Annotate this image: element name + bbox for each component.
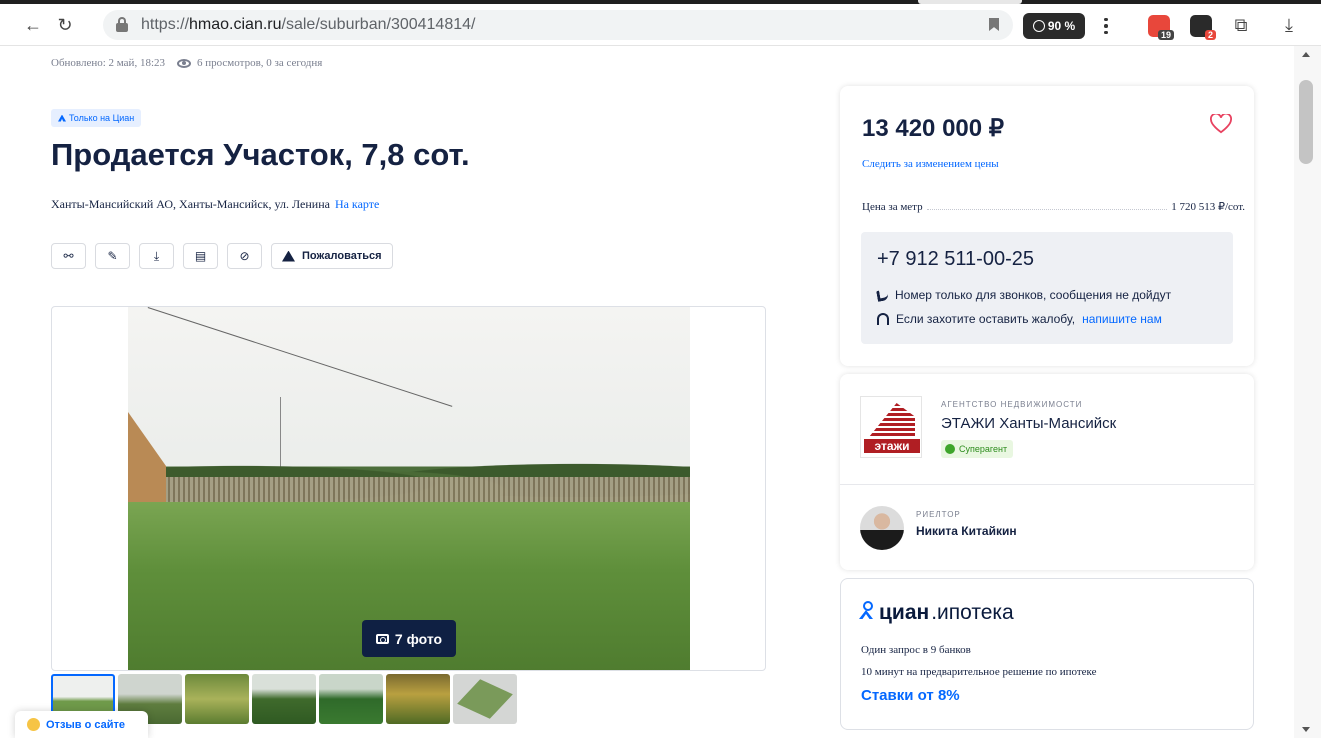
zoom-icon bbox=[1032, 20, 1045, 32]
calls-only-note: Номер только для звонков, сообщения не д… bbox=[876, 288, 1171, 302]
print-icon: ▤ bbox=[194, 249, 207, 263]
scroll-thumb[interactable] bbox=[1299, 80, 1313, 164]
extension-icon-2[interactable]: 2 bbox=[1190, 15, 1216, 40]
mortgage-line-1: Один запрос в 9 банков bbox=[861, 644, 971, 656]
photo-count-button[interactable]: 7 фото bbox=[362, 620, 456, 657]
star-icon bbox=[945, 444, 955, 454]
views-text: 6 просмотров, 0 за сегодня bbox=[197, 57, 323, 69]
edit-note-button[interactable]: ✎ bbox=[95, 243, 130, 269]
exclusive-badge: Только на Циан bbox=[51, 109, 142, 127]
avatar[interactable] bbox=[860, 506, 904, 550]
zoom-indicator[interactable]: 90 % bbox=[1023, 13, 1085, 39]
agency-logo[interactable]: этажи bbox=[860, 396, 922, 458]
download-icon: ⤓ bbox=[153, 248, 160, 263]
cian-arrow-icon bbox=[58, 114, 66, 122]
cian-mortgage-logo: циан .ипотека bbox=[859, 601, 1014, 625]
thumbnail[interactable] bbox=[386, 674, 450, 724]
action-bar: ⚯ ✎ ⤓ ▤ ⊘ Пожаловаться bbox=[51, 243, 393, 269]
scrollbar[interactable] bbox=[1294, 46, 1321, 738]
share-button[interactable]: ⚯ bbox=[51, 243, 86, 269]
extension-icon-1[interactable]: 19 bbox=[1148, 15, 1174, 40]
phone-box: +7 912 511-00-25 Номер только для звонко… bbox=[861, 232, 1233, 344]
listing-meta: Обновлено: 2 май, 18:23 6 просмотров, 0 … bbox=[51, 57, 322, 69]
updated-text: Обновлено: 2 май, 18:23 bbox=[51, 57, 166, 69]
menu-icon[interactable] bbox=[1096, 14, 1116, 38]
share-icon: ⚯ bbox=[63, 249, 74, 263]
reload-icon[interactable]: ↻ bbox=[54, 14, 76, 36]
price-card: 13 420 000 ₽ Следить за изменением цены … bbox=[840, 86, 1254, 366]
page-title: Продается Участок, 7,8 сот. bbox=[51, 137, 470, 172]
thumbnail[interactable] bbox=[319, 674, 383, 724]
hide-icon: ⊘ bbox=[239, 249, 250, 263]
mortgage-card[interactable]: циан .ипотека Один запрос в 9 банков 10 м… bbox=[840, 578, 1254, 730]
url-text[interactable]: https://hmao.cian.ru/sale/suburban/30041… bbox=[141, 16, 475, 34]
smile-icon bbox=[27, 718, 40, 731]
price: 13 420 000 ₽ bbox=[862, 115, 1005, 142]
write-us-link[interactable]: напишите нам bbox=[1082, 312, 1162, 326]
complain-button[interactable]: Пожаловаться bbox=[271, 243, 393, 269]
eye-icon bbox=[177, 58, 192, 68]
phone-number[interactable]: +7 912 511-00-25 bbox=[877, 248, 1034, 271]
browser-toolbar: ← ↻ https://hmao.cian.ru/sale/suburban/3… bbox=[0, 4, 1321, 46]
favorite-heart-icon[interactable] bbox=[1210, 114, 1232, 134]
map-link[interactable]: На карте bbox=[335, 197, 379, 211]
complaint-note: Если захотите оставить жалобу, напишите н… bbox=[877, 312, 1162, 326]
phone-icon bbox=[876, 288, 889, 302]
bookmark-icon[interactable] bbox=[989, 18, 999, 31]
download-button[interactable]: ⤓ bbox=[139, 243, 174, 269]
scroll-up-icon[interactable] bbox=[1302, 52, 1310, 57]
photo-gallery[interactable]: 7 фото bbox=[51, 306, 766, 671]
scroll-down-icon[interactable] bbox=[1302, 727, 1310, 732]
puzzle-icon[interactable]: ⧉ bbox=[1230, 14, 1252, 36]
address: Ханты-Мансийский АО, Ханты-Мансийск, ул.… bbox=[51, 197, 380, 211]
headset-icon bbox=[877, 313, 889, 325]
agency-card: этажи АГЕНТСТВО НЕДВИЖИМОСТИ ЭТАЖИ Ханты… bbox=[840, 374, 1254, 570]
download-icon[interactable]: ⤓ bbox=[1278, 14, 1300, 36]
realtor-label: РИЕЛТОР bbox=[916, 510, 961, 519]
warning-icon bbox=[282, 250, 295, 262]
price-per-unit: Цена за метр 1 720 513 ₽/сот. bbox=[862, 201, 1245, 213]
address-bar[interactable]: https://hmao.cian.ru/sale/suburban/30041… bbox=[103, 10, 1013, 40]
hide-button[interactable]: ⊘ bbox=[227, 243, 262, 269]
camera-icon bbox=[375, 633, 389, 644]
print-button[interactable]: ▤ bbox=[183, 243, 218, 269]
follow-price-link[interactable]: Следить за изменением цены bbox=[862, 158, 999, 170]
rates-link[interactable]: Ставки от 8% bbox=[861, 687, 960, 704]
agency-label: АГЕНТСТВО НЕДВИЖИМОСТИ bbox=[941, 400, 1083, 409]
mortgage-line-2: 10 минут на предварительное решение по и… bbox=[861, 666, 1097, 678]
agency-name[interactable]: ЭТАЖИ Ханты-Мансийск bbox=[941, 415, 1116, 432]
thumbnail[interactable] bbox=[252, 674, 316, 724]
divider bbox=[840, 484, 1254, 485]
lock-icon[interactable] bbox=[115, 17, 129, 32]
site-feedback-button[interactable]: Отзыв о сайте bbox=[15, 711, 148, 738]
thumbnail[interactable] bbox=[453, 674, 517, 724]
superagent-badge: Суперагент bbox=[941, 440, 1014, 458]
pencil-icon: ✎ bbox=[107, 249, 118, 263]
back-icon[interactable]: ← bbox=[22, 14, 44, 36]
main-photo[interactable] bbox=[128, 307, 690, 670]
cian-logo-icon bbox=[859, 601, 873, 619]
thumbnail[interactable] bbox=[185, 674, 249, 724]
realtor-name[interactable]: Никита Китайкин bbox=[916, 524, 1017, 538]
